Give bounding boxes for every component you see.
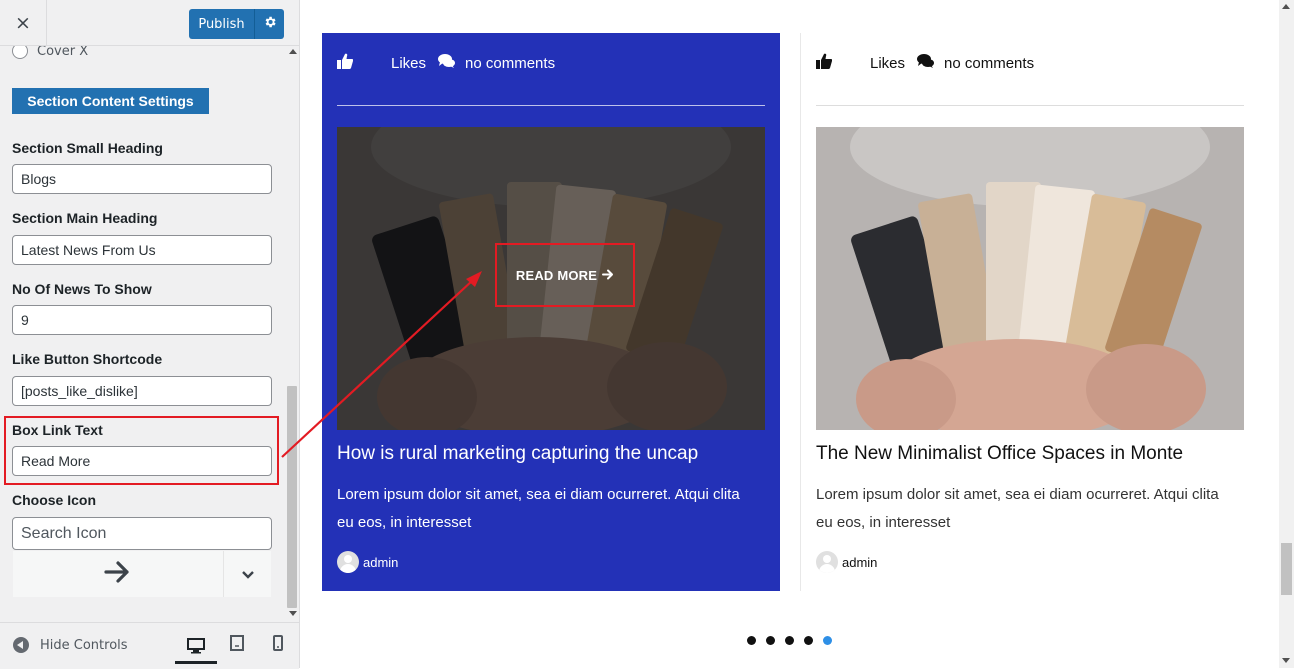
arrow-right-icon — [602, 268, 614, 283]
desktop-icon — [187, 638, 205, 658]
collapse-icon — [13, 637, 29, 653]
pagination-dot[interactable] — [823, 636, 832, 645]
post-title[interactable]: How is rural marketing capturing the unc… — [337, 443, 698, 465]
thumbs-up-icon[interactable] — [337, 53, 354, 73]
read-more-link[interactable]: READ MORE — [516, 268, 614, 283]
selected-icon[interactable] — [13, 551, 224, 597]
post-thumbnail[interactable]: READ MORE — [337, 127, 765, 430]
hide-controls-button[interactable]: Hide Controls — [13, 637, 128, 653]
scroll-up-icon[interactable] — [1282, 4, 1290, 9]
post-author[interactable]: admin — [816, 551, 877, 573]
field-label-choose-icon: Choose Icon — [12, 492, 97, 508]
blog-card[interactable]: Likes no comments The New Minimalist Off… — [800, 33, 1255, 591]
post-thumbnail[interactable] — [816, 127, 1244, 430]
pagination-dot[interactable] — [766, 636, 775, 645]
radio-label: Cover X — [37, 46, 89, 59]
pagination-dot[interactable] — [804, 636, 813, 645]
close-icon: × — [15, 11, 31, 34]
publish-button[interactable]: Publish — [189, 9, 254, 39]
news-count-input[interactable]: 9 — [12, 305, 272, 335]
tablet-icon — [230, 635, 244, 655]
post-meta: Likes no comments — [337, 53, 555, 73]
site-preview: Likes no comments READ MORE How is rural… — [300, 0, 1294, 668]
main-heading-input[interactable]: Latest News From Us — [12, 235, 272, 265]
desktop-preview-button[interactable] — [175, 630, 217, 664]
card-divider — [816, 105, 1244, 106]
scroll-thumb[interactable] — [1281, 543, 1292, 595]
mobile-preview-button[interactable] — [266, 633, 290, 657]
soap-bars-image — [816, 127, 1244, 430]
box-link-text-input[interactable]: Read More — [12, 446, 272, 476]
field-label-news-count: No Of News To Show — [12, 281, 152, 297]
comments-icon — [917, 54, 935, 72]
avatar — [337, 551, 359, 573]
hide-controls-label: Hide Controls — [40, 637, 128, 653]
scroll-thumb[interactable] — [287, 386, 297, 608]
mobile-icon — [273, 635, 283, 655]
panel-scrollbar[interactable] — [286, 46, 299, 620]
close-button[interactable]: × — [0, 0, 47, 45]
post-title[interactable]: The New Minimalist Office Spaces in Mont… — [816, 443, 1183, 465]
customizer-footer: Hide Controls — [0, 622, 299, 669]
chevron-down-icon — [241, 565, 255, 584]
post-meta: Likes no comments — [816, 53, 1034, 73]
card-divider — [337, 105, 765, 106]
carousel-pagination — [747, 636, 842, 645]
avatar — [816, 551, 838, 573]
customizer-header: × Publish — [0, 0, 299, 46]
preview-scrollbar[interactable] — [1279, 0, 1294, 668]
scroll-down-icon[interactable] — [1282, 658, 1290, 663]
scroll-up-icon[interactable] — [289, 49, 297, 54]
publish-group: Publish — [189, 9, 284, 39]
field-label-small-heading: Section Small Heading — [12, 140, 163, 156]
post-author[interactable]: admin — [337, 551, 398, 573]
publish-settings-button[interactable] — [254, 9, 284, 39]
tablet-preview-button[interactable] — [225, 633, 249, 657]
author-name: admin — [363, 554, 399, 570]
comments-label[interactable]: no comments — [944, 55, 1034, 72]
radio-option-cover-x[interactable]: Cover X — [12, 46, 88, 59]
small-heading-input[interactable]: Blogs — [12, 164, 272, 194]
section-content-settings-button[interactable]: Section Content Settings — [12, 88, 209, 114]
customizer-sidebar: × Publish Cover X Section Content Settin… — [0, 0, 300, 669]
radio-button[interactable] — [12, 46, 28, 59]
field-label-main-heading: Section Main Heading — [12, 210, 158, 226]
field-label-box-link-text: Box Link Text — [12, 422, 103, 438]
icon-picker — [13, 551, 271, 597]
comments-label[interactable]: no comments — [465, 55, 555, 72]
scroll-down-icon[interactable] — [289, 611, 297, 616]
post-excerpt: Lorem ipsum dolor sit amet, sea ei diam … — [816, 486, 1219, 531]
field-label-like-shortcode: Like Button Shortcode — [12, 351, 163, 367]
like-shortcode-input[interactable]: [posts_like_dislike] — [12, 376, 272, 406]
read-more-label: READ MORE — [515, 267, 598, 283]
blog-card[interactable]: Likes no comments READ MORE How is rural… — [322, 33, 780, 591]
icon-search-input[interactable]: Search Icon — [12, 517, 272, 550]
gear-icon — [263, 15, 277, 33]
controls-panel: Cover X Section Content Settings Section… — [0, 46, 286, 620]
post-excerpt: Lorem ipsum dolor sit amet, sea ei diam … — [337, 486, 740, 531]
likes-label: Likes — [870, 54, 906, 72]
likes-label: Likes — [391, 54, 427, 72]
comments-icon — [438, 54, 456, 72]
pagination-dot[interactable] — [785, 636, 794, 645]
thumbs-up-icon[interactable] — [816, 53, 833, 73]
arrow-right-icon — [104, 559, 132, 589]
pagination-dot[interactable] — [747, 636, 756, 645]
author-name: admin — [842, 554, 878, 570]
icon-dropdown-toggle[interactable] — [224, 551, 271, 597]
read-more-highlight: READ MORE — [495, 243, 635, 307]
